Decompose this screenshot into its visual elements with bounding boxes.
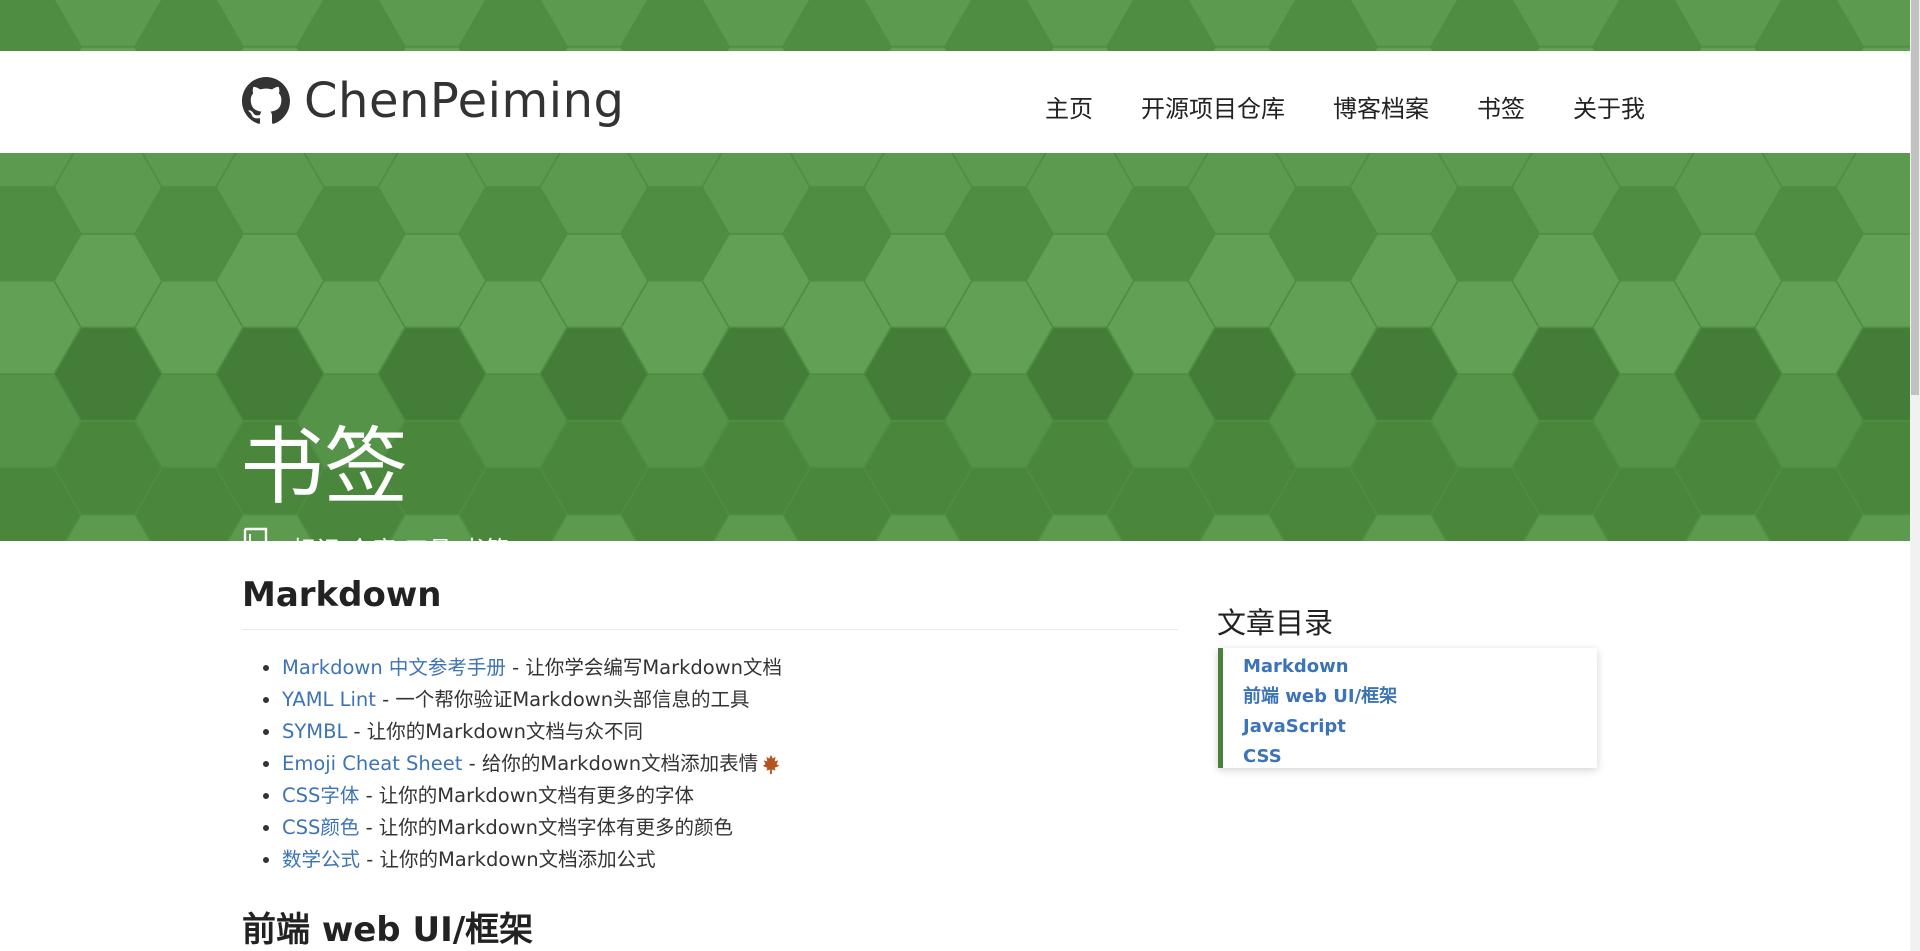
toc-link-frontend[interactable]: 前端 web UI/框架 xyxy=(1243,686,1397,707)
main-nav: 主页 开源项目仓库 博客档案 书签 关于我 xyxy=(997,89,1645,124)
link-math-formula[interactable]: 数学公式 xyxy=(282,848,360,871)
nav-repos[interactable]: 开源项目仓库 xyxy=(1141,89,1285,124)
toc-item: JavaScript xyxy=(1243,712,1597,742)
list-item: Markdown 中文参考手册 - 让你学会编写Markdown文档 xyxy=(282,652,1178,684)
link-symbl[interactable]: SYMBL xyxy=(282,720,347,743)
nav-archive[interactable]: 博客档案 xyxy=(1333,89,1429,124)
list-item: Emoji Cheat Sheet - 给你的Markdown文档添加表情 xyxy=(282,748,1178,780)
link-description: - 一个帮你验证Markdown头部信息的工具 xyxy=(375,688,750,711)
bookmark-icon xyxy=(243,527,268,541)
markdown-link-list: Markdown 中文参考手册 - 让你学会编写Markdown文档 YAML … xyxy=(242,652,1178,876)
navbar: ChenPeiming 主页 开源项目仓库 博客档案 书签 关于我 xyxy=(0,51,1910,153)
toc-item: Markdown xyxy=(1243,652,1597,682)
toc-link-markdown[interactable]: Markdown xyxy=(1243,656,1349,677)
list-item: YAML Lint - 一个帮你验证Markdown头部信息的工具 xyxy=(282,684,1178,716)
toc-title: 文章目录 xyxy=(1217,606,1334,640)
link-yaml-lint[interactable]: YAML Lint xyxy=(282,688,376,711)
link-css-fonts[interactable]: CSS字体 xyxy=(282,784,359,807)
section-heading-frontend: 前端 web UI/框架 xyxy=(242,910,534,950)
toc-link-css[interactable]: CSS xyxy=(1243,746,1282,767)
link-markdown-ref[interactable]: Markdown 中文参考手册 xyxy=(282,656,506,679)
table-of-contents: Markdown 前端 web UI/框架 JavaScript CSS xyxy=(1218,648,1597,768)
page-subtitle-text: 标记 仓库-工具-书籍 xyxy=(292,530,509,542)
link-description: - 让你的Markdown文档字体有更多的颜色 xyxy=(359,816,734,839)
nav-bookmarks[interactable]: 书签 xyxy=(1477,89,1525,124)
toc-item: 前端 web UI/框架 xyxy=(1243,682,1597,712)
page-title: 书签 xyxy=(240,418,409,516)
nav-about[interactable]: 关于我 xyxy=(1573,89,1645,124)
list-item: SYMBL - 让你的Markdown文档与众不同 xyxy=(282,716,1178,748)
main-content: Markdown Markdown 中文参考手册 - 让你学会编写Markdow… xyxy=(242,575,1178,951)
list-item: CSS字体 - 让你的Markdown文档有更多的字体 xyxy=(282,780,1178,812)
scrollbar-thumb[interactable] xyxy=(1911,0,1919,395)
page-subtitle: 标记 仓库-工具-书籍 xyxy=(242,527,509,541)
brand-name: ChenPeiming xyxy=(304,73,625,129)
brand-link[interactable]: ChenPeiming xyxy=(242,73,624,129)
nav-home[interactable]: 主页 xyxy=(1045,89,1093,124)
list-item: 数学公式 - 让你的Markdown文档添加公式 xyxy=(282,844,1178,876)
toc-link-javascript[interactable]: JavaScript xyxy=(1243,716,1346,737)
github-icon xyxy=(242,77,290,124)
section-heading-markdown: Markdown xyxy=(242,575,1178,630)
link-description: - 让你学会编写Markdown文档 xyxy=(505,656,783,679)
link-description: - 让你的Markdown文档与众不同 xyxy=(347,720,643,743)
link-description: - 让你的Markdown文档添加公式 xyxy=(360,848,656,871)
maple-leaf-emoji-icon xyxy=(762,754,780,774)
header-banner-strip xyxy=(0,0,1910,51)
toc-item: CSS xyxy=(1243,742,1597,772)
page-scrollbar[interactable] xyxy=(1910,0,1920,951)
link-css-colors[interactable]: CSS颜色 xyxy=(282,816,359,839)
hero-banner: 书签 标记 仓库-工具-书籍 xyxy=(0,153,1910,541)
link-emoji-cheat-sheet[interactable]: Emoji Cheat Sheet xyxy=(282,752,462,775)
link-description: - 让你的Markdown文档有更多的字体 xyxy=(359,784,695,807)
list-item: CSS颜色 - 让你的Markdown文档字体有更多的颜色 xyxy=(282,812,1178,844)
link-description: - 给你的Markdown文档添加表情 xyxy=(462,752,759,775)
